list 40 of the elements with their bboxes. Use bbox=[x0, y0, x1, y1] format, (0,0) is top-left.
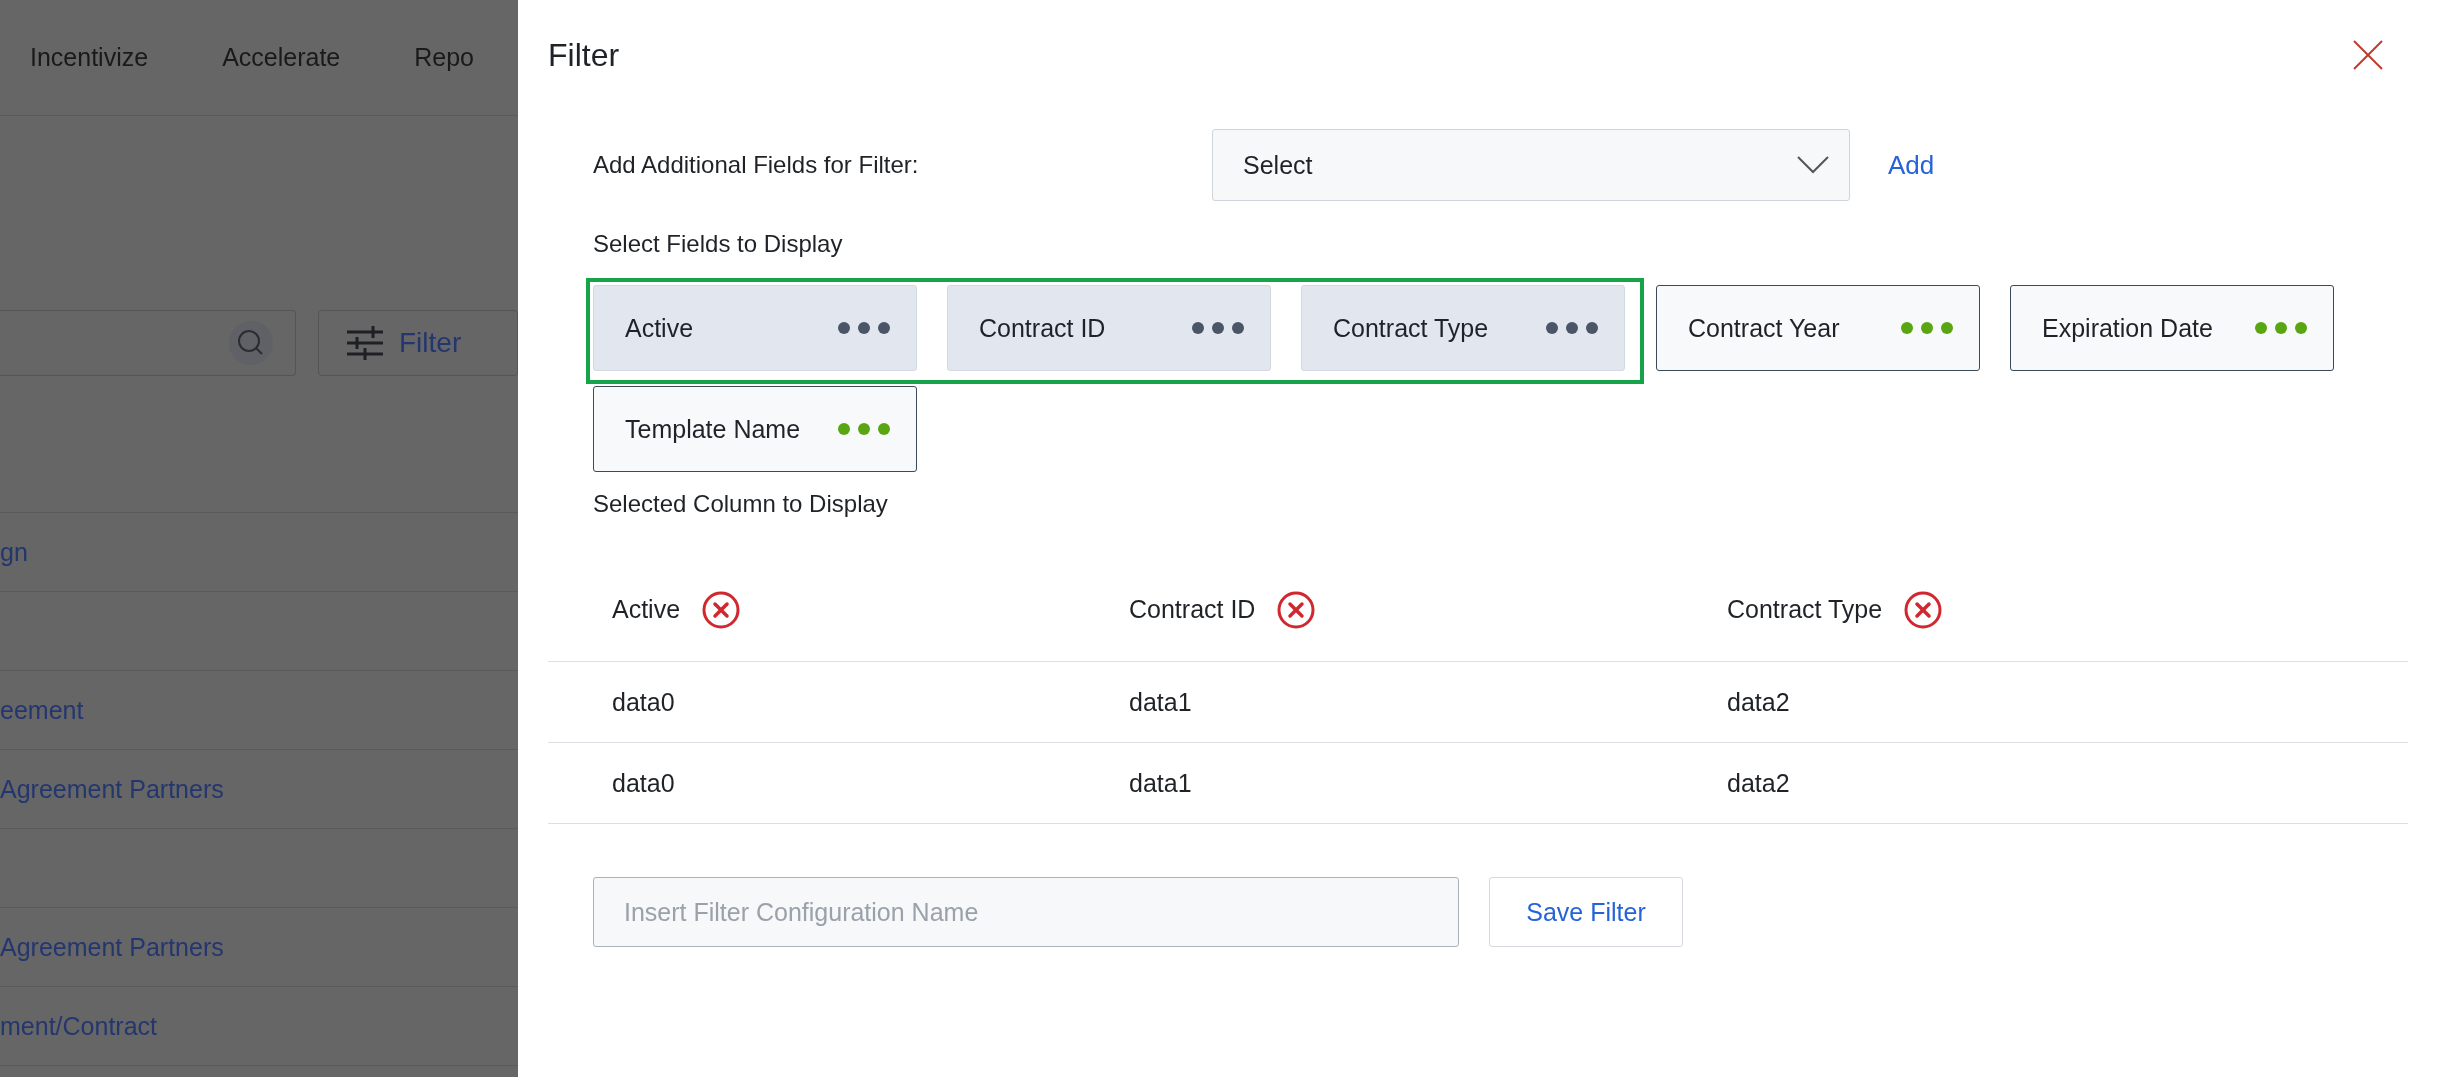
column-header: Contract Type bbox=[1727, 595, 1883, 624]
nav-tab[interactable]: Repo bbox=[414, 43, 474, 72]
more-icon[interactable] bbox=[1192, 322, 1244, 334]
search-field[interactable] bbox=[0, 310, 296, 376]
table-cell: data2 bbox=[1727, 768, 1790, 798]
field-chip[interactable]: Expiration Date bbox=[2010, 285, 2334, 371]
table-cell: data0 bbox=[612, 768, 675, 798]
table-cell: data0 bbox=[612, 687, 675, 717]
filter-name-field[interactable]: Insert Filter Configuration Name bbox=[593, 877, 1459, 947]
more-icon[interactable] bbox=[1901, 322, 1953, 334]
more-icon[interactable] bbox=[838, 423, 890, 435]
column-header: Active bbox=[612, 595, 681, 624]
section-heading: Select Fields to Display bbox=[593, 230, 844, 258]
remove-icon[interactable] bbox=[702, 590, 741, 629]
field-label: Add Additional Fields for Filter: bbox=[593, 151, 920, 179]
chevron-down-icon bbox=[1797, 156, 1829, 174]
remove-icon[interactable] bbox=[1904, 590, 1943, 629]
remove-icon[interactable] bbox=[1277, 590, 1316, 629]
close-icon[interactable] bbox=[2353, 40, 2383, 70]
nav-tab[interactable]: Accelerate bbox=[222, 43, 341, 72]
sliders-icon bbox=[347, 326, 383, 360]
column-header: Contract ID bbox=[1129, 595, 1256, 624]
add-link[interactable]: Add bbox=[1888, 149, 1935, 181]
field-chip[interactable]: Contract ID bbox=[947, 285, 1271, 371]
field-chip[interactable]: Contract Type bbox=[1301, 285, 1625, 371]
search-icon[interactable] bbox=[229, 321, 273, 365]
save-filter-button[interactable]: Save Filter bbox=[1489, 877, 1683, 947]
field-dropdown[interactable]: Select bbox=[1212, 129, 1850, 201]
more-icon[interactable] bbox=[838, 322, 890, 334]
dialog-title: Filter bbox=[548, 36, 620, 74]
table-cell: data1 bbox=[1129, 768, 1192, 798]
nav-tab[interactable]: Incentivize bbox=[30, 43, 149, 72]
section-heading: Selected Column to Display bbox=[593, 490, 889, 518]
table-cell: data1 bbox=[1129, 687, 1192, 717]
more-icon[interactable] bbox=[2255, 322, 2307, 334]
field-chip[interactable]: Contract Year bbox=[1656, 285, 1980, 371]
more-icon[interactable] bbox=[1546, 322, 1598, 334]
field-chip[interactable]: Active bbox=[593, 285, 917, 371]
field-chip[interactable]: Template Name bbox=[593, 386, 917, 472]
table-cell: data2 bbox=[1727, 687, 1790, 717]
